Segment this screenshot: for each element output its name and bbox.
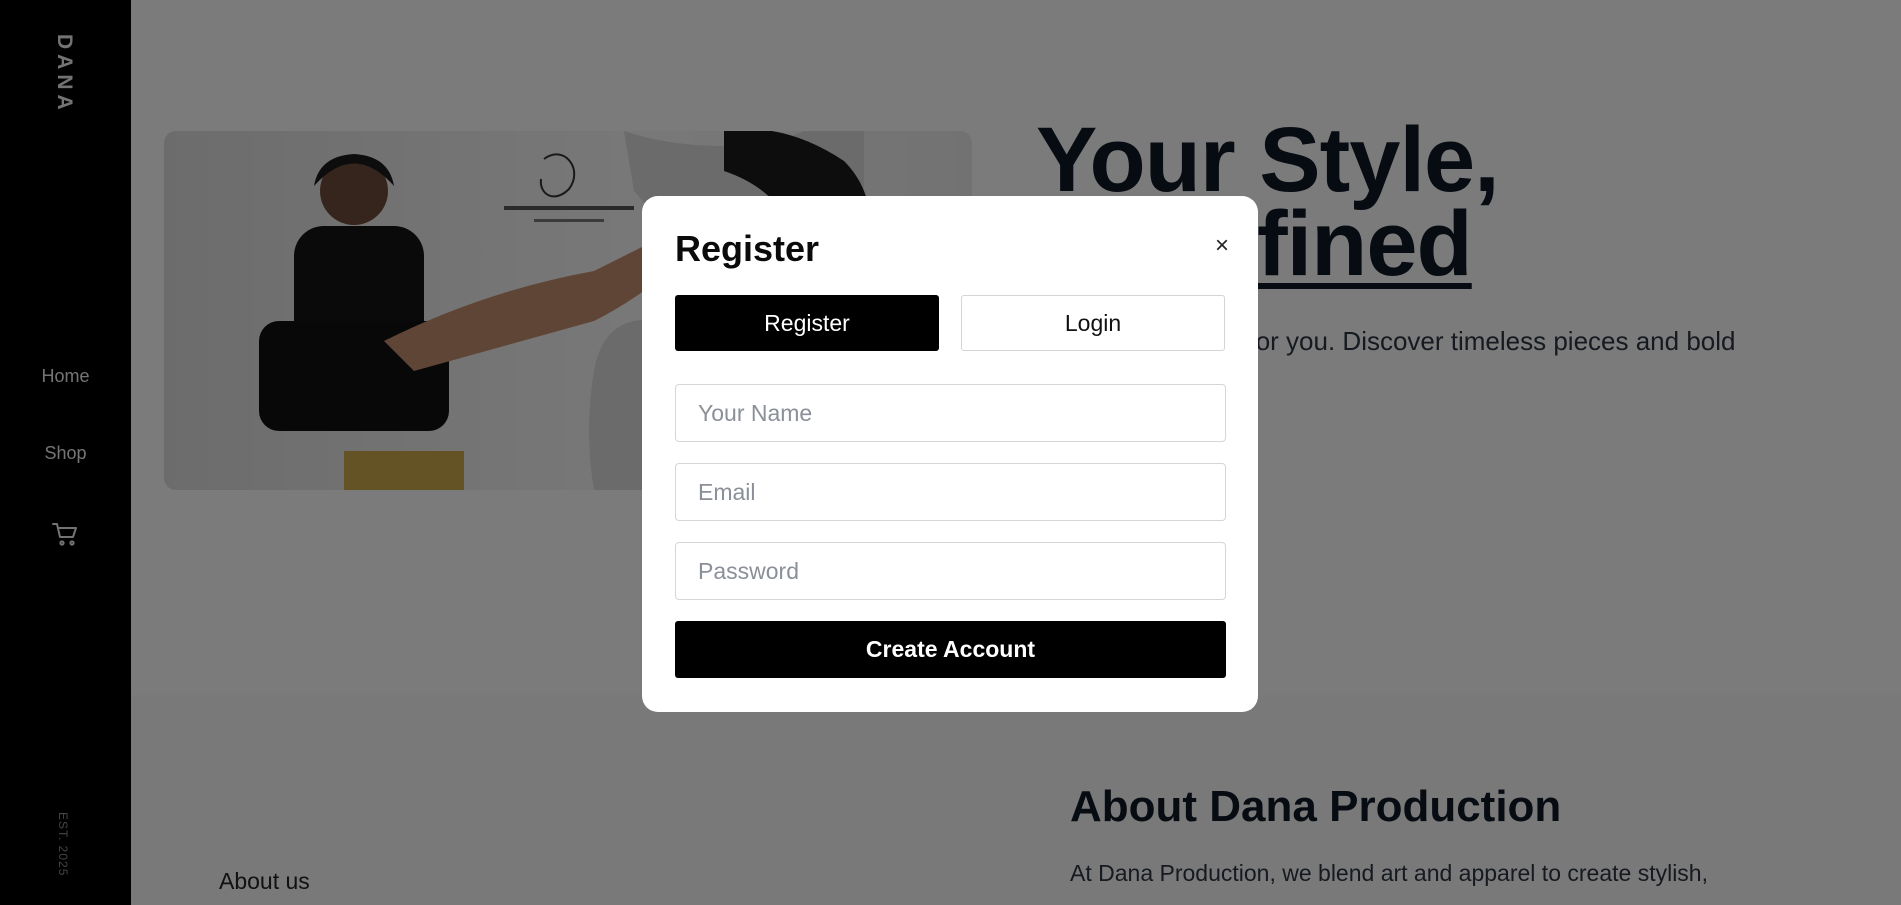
register-modal: Register × Register Login Create Account bbox=[642, 196, 1258, 712]
close-icon[interactable]: × bbox=[1210, 234, 1234, 258]
name-field[interactable] bbox=[675, 384, 1226, 442]
modal-title: Register bbox=[675, 228, 820, 269]
tab-login[interactable]: Login bbox=[961, 295, 1225, 351]
tab-register[interactable]: Register bbox=[675, 295, 939, 351]
create-account-button[interactable]: Create Account bbox=[675, 621, 1226, 678]
email-field[interactable] bbox=[675, 463, 1226, 521]
password-field[interactable] bbox=[675, 542, 1226, 600]
